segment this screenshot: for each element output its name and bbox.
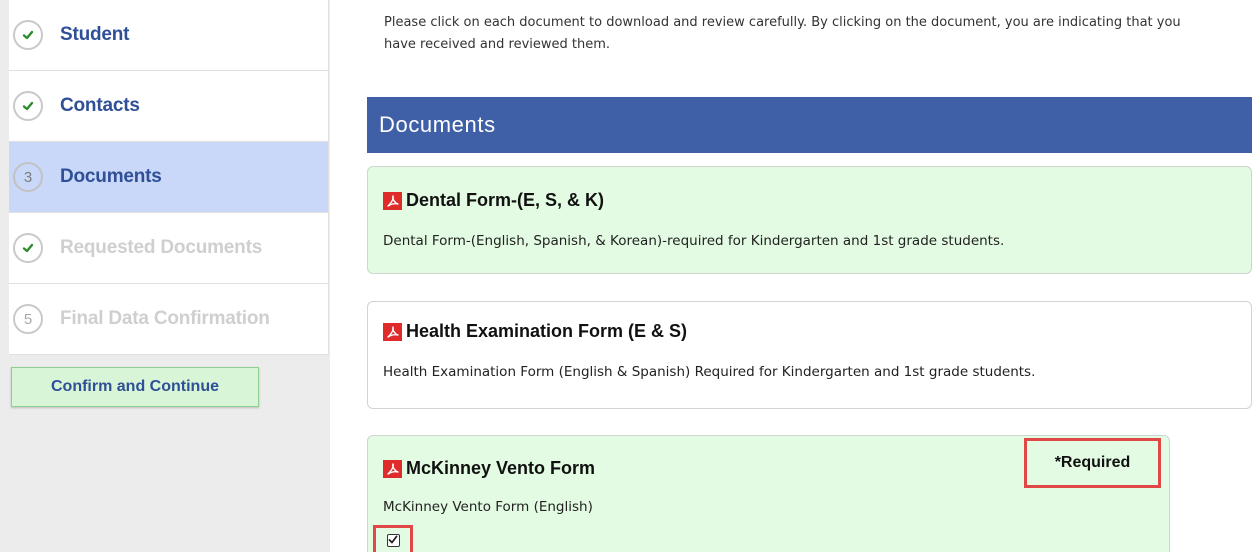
sidebar: Student Contacts 3 Documents Requested D… <box>0 0 330 552</box>
step-label: Contacts <box>60 95 140 116</box>
step-requested-documents[interactable]: Requested Documents <box>9 213 328 284</box>
document-card-mckinney-vento[interactable]: McKinney Vento Form *Required McKinney V… <box>367 435 1170 552</box>
document-title[interactable]: Health Examination Form (E & S) <box>406 321 687 342</box>
step-student[interactable]: Student <box>9 0 328 71</box>
step-number: 5 <box>23 310 33 328</box>
step-label: Documents <box>60 166 162 187</box>
document-title[interactable]: McKinney Vento Form <box>406 458 595 479</box>
document-title-row[interactable]: Health Examination Form (E & S) <box>383 321 687 342</box>
pdf-icon <box>383 322 402 341</box>
documents-section-header: Documents <box>367 97 1252 153</box>
pdf-icon <box>383 459 402 478</box>
step-label: Final Data Confirmation <box>60 308 270 329</box>
check-icon <box>13 20 43 50</box>
confirm-and-continue-button[interactable]: Confirm and Continue <box>11 367 259 407</box>
required-badge: *Required <box>1024 438 1161 488</box>
document-title[interactable]: Dental Form-(E, S, & K) <box>406 190 604 211</box>
pdf-icon <box>383 191 402 210</box>
section-title: Documents <box>379 112 496 137</box>
step-final-data-confirmation[interactable]: 5 Final Data Confirmation <box>9 284 328 355</box>
document-card-dental[interactable]: Dental Form-(E, S, & K) Dental Form-(Eng… <box>367 166 1252 274</box>
document-description: McKinney Vento Form (English) <box>383 499 593 515</box>
step-documents[interactable]: 3 Documents <box>9 142 328 213</box>
document-card-health-examination[interactable]: Health Examination Form (E & S) Health E… <box>367 301 1252 409</box>
step-list: Student Contacts 3 Documents Requested D… <box>9 0 329 355</box>
step-label: Student <box>60 24 130 45</box>
check-icon <box>13 233 43 263</box>
step-label: Requested Documents <box>60 237 263 258</box>
reviewed-checkbox[interactable] <box>386 533 400 547</box>
step-number-badge: 3 <box>13 162 43 192</box>
main-content: Please click on each document to downloa… <box>330 0 1252 552</box>
reviewed-checkbox-highlight[interactable] <box>373 525 413 552</box>
document-description: Dental Form-(English, Spanish, & Korean)… <box>383 233 1005 249</box>
document-title-row[interactable]: Dental Form-(E, S, & K) <box>383 190 604 211</box>
document-description: Health Examination Form (English & Spani… <box>383 364 1036 380</box>
required-label: *Required <box>1054 454 1131 471</box>
step-number-badge: 5 <box>13 304 43 334</box>
step-contacts[interactable]: Contacts <box>9 71 328 142</box>
document-title-row[interactable]: McKinney Vento Form <box>383 458 595 479</box>
check-icon <box>13 91 43 121</box>
step-number: 3 <box>23 168 33 186</box>
instructions-text: Please click on each document to downloa… <box>384 15 1181 52</box>
